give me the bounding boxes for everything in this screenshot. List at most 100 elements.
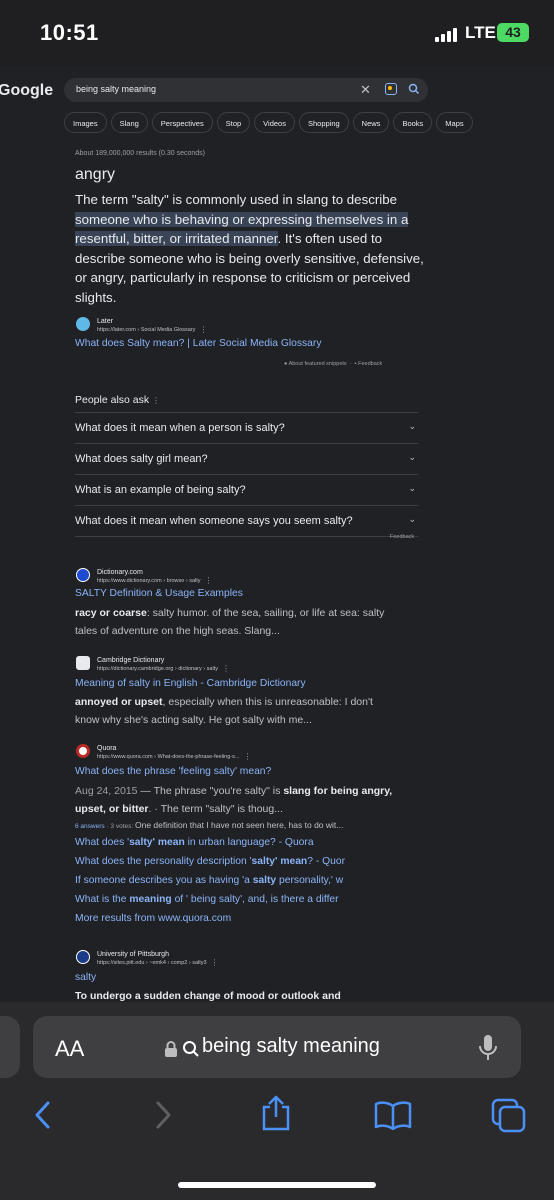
chip-news[interactable]: News: [352, 112, 390, 133]
paa-question[interactable]: What does salty girl mean? ⌄: [75, 443, 418, 474]
chip-books[interactable]: Books: [393, 112, 433, 133]
network-label: LTE: [465, 23, 496, 42]
source-url: https://www.quora.com › What-does-the-ph…: [97, 754, 240, 760]
link-bold: salty' mean: [129, 837, 185, 848]
answers-link[interactable]: 6 answers: [75, 823, 105, 830]
quora-related-link[interactable]: What does 'salty' mean in urban language…: [75, 837, 314, 848]
source-url: https://sites.pitt.edu › ~emk4 › comp2 ›…: [97, 960, 207, 966]
snippet-text-start: The term "salty" is commonly used in sla…: [75, 192, 398, 207]
source-cambridge[interactable]: Cambridge Dictionary https://dictionary.…: [76, 656, 230, 673]
link-text: What is the: [75, 894, 130, 905]
featured-snippet-text: The term "salty" is commonly used in sla…: [75, 190, 425, 307]
more-options-icon[interactable]: ⋮: [205, 576, 213, 585]
lens-icon[interactable]: [385, 83, 397, 95]
chip-shopping[interactable]: Shopping: [298, 112, 349, 133]
back-icon[interactable]: [32, 1100, 54, 1130]
source-site: Dictionary.com: [97, 569, 143, 576]
result-title[interactable]: salty: [75, 972, 96, 983]
chevron-down-icon: ⌄: [408, 452, 416, 462]
quora-related-link[interactable]: What does the personality description 's…: [75, 856, 392, 867]
dictionary-favicon-icon: [76, 568, 90, 582]
search-icon[interactable]: [407, 82, 421, 96]
source-quora[interactable]: Quora https://www.quora.com › What-does-…: [76, 744, 251, 761]
source-pitt[interactable]: University of Pittsburgh https://sites.p…: [76, 950, 219, 967]
featured-snippet-title: angry: [75, 166, 116, 183]
home-indicator: [178, 1182, 376, 1188]
result-title[interactable]: Meaning of salty in English - Cambridge …: [75, 678, 306, 689]
chip-maps[interactable]: Maps: [436, 112, 473, 133]
source-url: https://www.dictionary.com › browse › sa…: [97, 578, 201, 584]
tabs-icon[interactable]: [491, 1098, 527, 1134]
more-options-icon[interactable]: ⋮: [152, 396, 160, 405]
microphone-icon[interactable]: [478, 1034, 498, 1062]
search-query[interactable]: being salty meaning: [76, 84, 156, 94]
quora-favicon-icon: [76, 744, 90, 758]
chevron-down-icon: ⌄: [408, 483, 416, 493]
paa-question[interactable]: What is an example of being salty? ⌄: [75, 474, 418, 505]
snippet-bold: To undergo a sudden change of mood or ou…: [75, 990, 341, 1002]
answer-snippet: One definition that I have not seen here…: [134, 820, 344, 830]
about-snippets-link[interactable]: About featured snippets: [289, 361, 347, 367]
chip-videos[interactable]: Videos: [254, 112, 295, 133]
source-later[interactable]: Later https://later.com › Social Media G…: [76, 317, 207, 334]
feedback-icon: ▪: [354, 361, 357, 367]
source-url: https://later.com › Social Media Glossar…: [97, 327, 196, 333]
forward-icon[interactable]: [152, 1100, 174, 1130]
chip-images[interactable]: Images: [64, 112, 107, 133]
lock-icon: [165, 1041, 177, 1057]
previous-tab[interactable]: [0, 1016, 20, 1078]
share-icon[interactable]: [260, 1094, 292, 1132]
paa-feedback[interactable]: Feedback: [390, 534, 414, 540]
result-stats: About 189,000,000 results (0.30 seconds): [75, 150, 205, 157]
result-title[interactable]: What does the phrase 'feeling salty' mea…: [75, 766, 271, 777]
paa-question[interactable]: What does it mean when a person is salty…: [75, 412, 418, 443]
bookmarks-icon[interactable]: [374, 1100, 412, 1130]
people-also-ask-title: People also ask ⋮: [75, 394, 160, 406]
search-input[interactable]: being salty meaning ✕: [64, 78, 428, 102]
search-icon: [183, 1041, 199, 1057]
paa-title-text: People also ask: [75, 394, 150, 406]
snippet-meta: ● About featured snippets · ▪ Feedback: [284, 361, 383, 367]
quora-related-link[interactable]: If someone describes you as having 'a sa…: [75, 875, 392, 886]
chevron-down-icon: ⌄: [408, 421, 416, 431]
source-site: Quora: [97, 745, 117, 752]
quora-related-link[interactable]: What is the meaning of ' being salty', a…: [75, 894, 392, 905]
source-site: Later: [97, 318, 113, 325]
link-text: What does ': [75, 837, 130, 848]
address-bar[interactable]: AA being salty meaning: [33, 1016, 521, 1078]
paa-question-text: What is an example of being salty?: [75, 484, 246, 496]
featured-link[interactable]: What does Salty mean? | Later Social Med…: [75, 338, 321, 349]
answers-row: 6 answers · 3 votes: One definition that…: [75, 820, 343, 830]
result-title[interactable]: SALTY Definition & Usage Examples: [75, 588, 243, 599]
more-options-icon[interactable]: ⋮: [211, 958, 219, 967]
more-results-link[interactable]: More results from www.quora.com: [75, 913, 231, 924]
result-snippet: annoyed or upset, especially when this i…: [75, 693, 395, 729]
chip-stop[interactable]: Stop: [216, 112, 251, 133]
cambridge-favicon-icon: [76, 656, 90, 670]
page-settings-button[interactable]: AA: [55, 1036, 84, 1062]
votes-count: · 3 votes:: [104, 823, 135, 830]
paa-question[interactable]: What does it mean when someone says you …: [75, 505, 418, 537]
url-text[interactable]: being salty meaning: [202, 1035, 380, 1058]
chip-perspectives[interactable]: Perspectives: [151, 112, 213, 133]
feedback-link[interactable]: Feedback: [358, 361, 382, 367]
chip-slang[interactable]: Slang: [110, 112, 148, 133]
more-options-icon[interactable]: ⋮: [199, 325, 207, 334]
link-text: of ' being salty', and, is there a diffe…: [171, 894, 339, 905]
paa-question-text: What does salty girl mean?: [75, 453, 208, 465]
clock: 10:51: [40, 20, 99, 45]
signal-icon: [435, 26, 461, 42]
more-options-icon[interactable]: ⋮: [222, 664, 230, 673]
source-dictionary[interactable]: Dictionary.com https://www.dictionary.co…: [76, 568, 213, 585]
snippet-date: Aug 24, 2015: [75, 785, 138, 797]
chevron-down-icon: ⌄: [408, 514, 416, 524]
result-snippet: Aug 24, 2015 — The phrase "you're salty"…: [75, 782, 395, 818]
google-logo[interactable]: Google: [0, 82, 53, 100]
battery-icon: 43: [497, 23, 529, 42]
safari-toolbar: AA being salty meaning: [0, 1002, 554, 1200]
more-options-icon[interactable]: ⋮: [243, 752, 251, 761]
status-bar: 10:51 LTE 43: [0, 0, 554, 66]
paa-question-text: What does it mean when someone says you …: [75, 515, 353, 527]
source-site: Cambridge Dictionary: [97, 657, 165, 664]
clear-icon[interactable]: ✕: [360, 82, 371, 98]
